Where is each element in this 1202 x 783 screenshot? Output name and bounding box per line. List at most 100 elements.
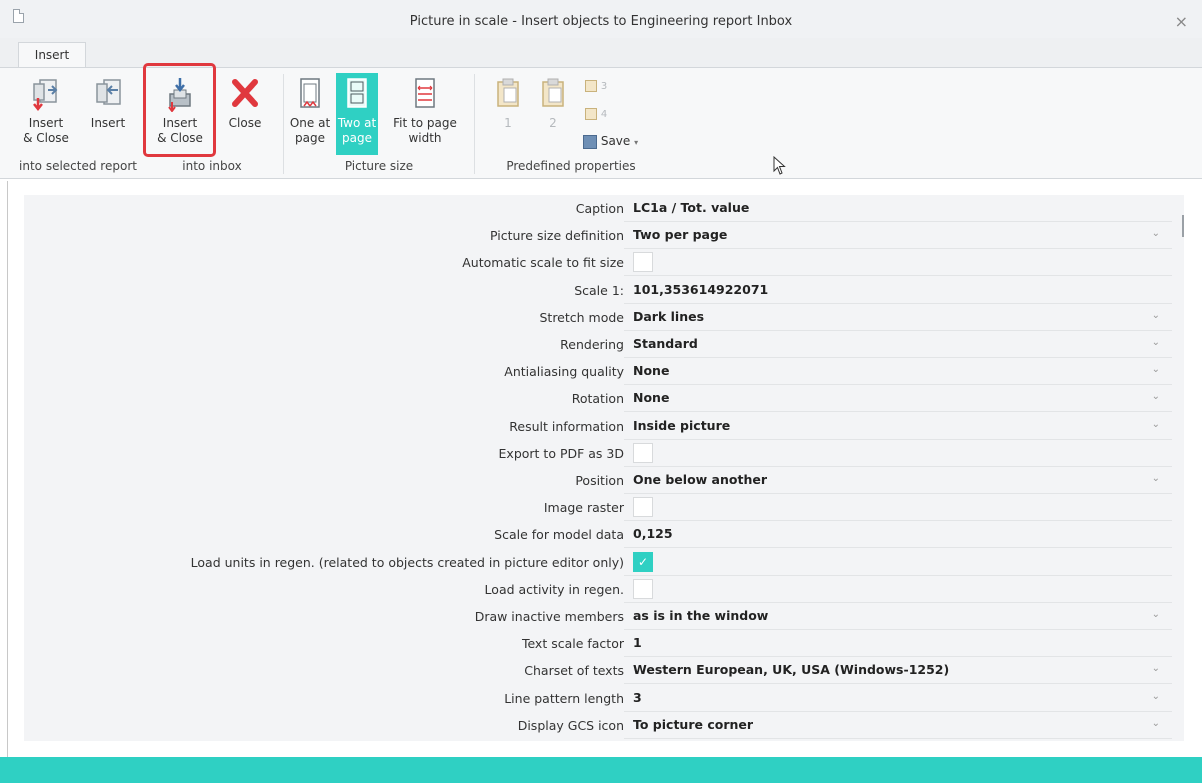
predefined-2-label: 2 [549,116,557,130]
insert-selected-report-button[interactable]: Insert [82,76,134,131]
property-input[interactable]: 101,353614922071 [624,277,1172,304]
property-label: Scale for model data [494,527,624,543]
property-value: None [633,390,670,406]
two-at-page-label: Two at page [337,116,377,145]
property-input[interactable]: 0,125 [624,521,1172,549]
property-dropdown[interactable]: Dark lines ⌄ [624,304,1172,331]
predefined-1-label: 1 [504,116,512,130]
property-dropdown[interactable]: None ⌄ [624,358,1172,386]
predefined-1-button[interactable]: 1 [490,76,526,131]
predefined-3-button[interactable]: 3 [585,78,621,94]
predefined-2-button[interactable]: 2 [535,76,571,131]
property-row: Scale for model data 0,125 [24,521,1172,549]
one-at-page-button[interactable]: One at page [286,76,334,146]
fit-width-icon [409,76,441,112]
chevron-down-icon: ⌄ [1151,364,1160,376]
close-red-x-icon [229,76,261,112]
checkbox[interactable] [633,442,653,463]
property-input[interactable]: 1 [624,630,1172,658]
checkbox[interactable] [633,578,653,599]
scrollbar-thumb[interactable] [1182,215,1184,237]
property-dropdown[interactable]: One below another ⌄ [624,467,1172,494]
close-label: Close [228,116,262,130]
property-value: Inside picture [633,417,731,433]
property-checkbox-cell[interactable] [624,249,1172,277]
property-label: Rotation [571,391,624,407]
property-row: Automatic scale to fit size [24,249,1172,277]
property-row: Position One below another ⌄ [24,467,1172,494]
clipboard-small-icon [585,107,597,120]
clipboard-small-icon [585,79,597,92]
property-label: Load units in regen. (related to objects… [190,554,624,570]
save-icon [583,134,597,149]
property-label: Image raster [543,500,624,516]
property-value: 0,125 [633,526,673,542]
property-row: Draw inactive members as is in the window… [24,603,1172,630]
property-row: Export to PDF as 3D [24,440,1172,467]
property-dropdown[interactable]: as is in the window ⌄ [624,603,1172,630]
property-value: Western European, UK, USA (Windows-1252) [633,662,950,678]
property-row: Stretch mode Dark lines ⌄ [24,304,1172,331]
property-value: 3 [633,689,642,705]
clipboard-1-icon [492,76,524,112]
property-dropdown[interactable]: Standard ⌄ [624,331,1172,358]
fit-to-page-width-button[interactable]: Fit to page width [386,76,464,146]
property-checkbox-cell[interactable]: ✓ [624,549,1172,576]
property-label: Antialiasing quality [504,364,624,380]
property-value: Standard [633,336,698,351]
group-label-into-inbox: into inbox [182,159,242,173]
property-label: Text scale factor [521,636,624,652]
one-per-page-icon [294,76,326,112]
property-checkbox-cell[interactable] [624,576,1172,603]
insert-close-label: Insert & Close [23,116,69,145]
property-value: One below another [633,472,767,487]
property-dropdown[interactable]: Two per page ⌄ [624,222,1172,250]
property-label: Rendering [560,337,624,352]
property-row: Caption LC1a / Tot. value [24,195,1172,222]
checkbox[interactable] [633,497,653,518]
insert-close-selected-report-button[interactable]: Insert & Close [16,76,76,146]
save-dropdown-button[interactable]: Save ▾ [583,134,653,150]
property-dropdown[interactable]: To picture corner ⌄ [624,712,1172,739]
property-label: Automatic scale to fit size [462,255,624,271]
chevron-down-icon: ⌄ [1151,418,1160,430]
chevron-down-icon: ⌄ [1151,717,1160,729]
group-label-into-selected-report: into selected report [19,159,137,173]
insert-close-report-icon [30,76,62,112]
property-value: as is in the window [633,608,769,623]
window-close-button[interactable]: × [1175,12,1188,31]
property-dropdown[interactable]: Western European, UK, USA (Windows-1252)… [624,657,1172,685]
property-row: Load activity in regen. [24,576,1172,603]
property-row: Charset of texts Western European, UK, US… [24,657,1172,685]
property-row: Text scale factor 1 [24,630,1172,658]
chevron-down-icon: ⌄ [1151,228,1160,240]
group-label-predefined-properties: Predefined properties [506,159,636,173]
property-label: Result information [509,418,624,434]
tab-insert[interactable]: Insert [18,42,86,69]
property-checkbox-cell[interactable] [624,440,1172,467]
property-row: Rotation None ⌄ [24,385,1172,413]
property-label: Caption [575,201,624,216]
property-value: None [633,363,670,379]
property-dropdown[interactable]: None ⌄ [624,385,1172,413]
checkbox[interactable] [633,252,653,273]
property-value: Two per page [633,227,728,243]
property-label: Export to PDF as 3D [498,445,624,461]
chevron-down-icon: ⌄ [1151,473,1160,484]
property-dropdown[interactable]: Inside picture ⌄ [624,413,1172,440]
property-row: Scale 1: 101,353614922071 [24,277,1172,304]
property-dropdown[interactable]: 3 ⌄ [624,685,1172,712]
property-label: Display GCS icon [517,717,624,733]
chevron-down-icon: ⌄ [1151,337,1160,348]
close-button[interactable]: Close [220,76,270,131]
property-checkbox-cell[interactable] [624,494,1172,522]
clipboard-2-icon [537,76,569,112]
checkbox-checked[interactable]: ✓ [633,551,653,572]
predefined-4-button[interactable]: 4 [585,106,621,122]
property-input[interactable]: LC1a / Tot. value [624,195,1172,222]
two-at-page-button[interactable]: Two at page [336,73,378,155]
chevron-down-icon: ⌄ [1151,309,1160,321]
two-per-page-icon [341,76,373,112]
property-label: Charset of texts [524,663,624,679]
group-separator [474,74,475,174]
